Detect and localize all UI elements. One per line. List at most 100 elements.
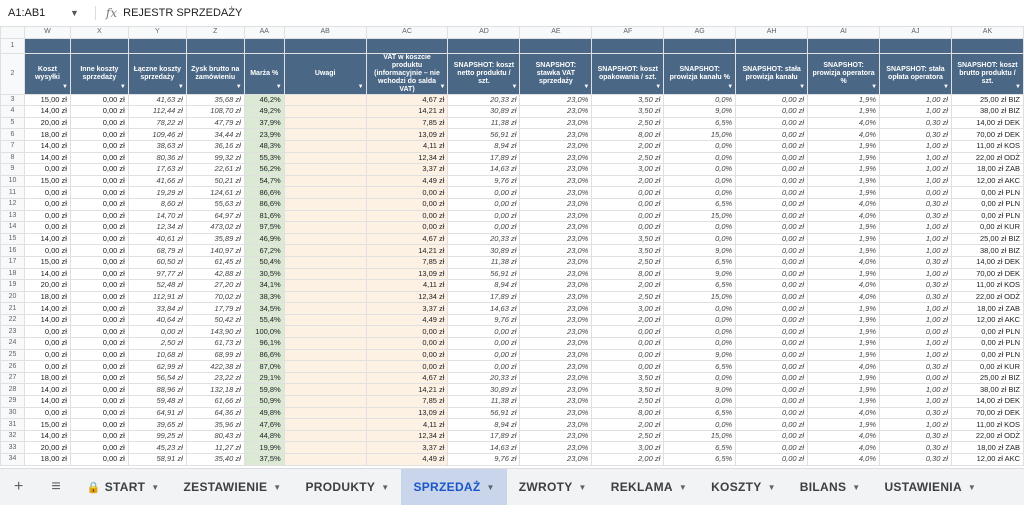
cell[interactable]: 0,00 zł [69,360,129,373]
row-number[interactable]: 32 [0,429,25,443]
chevron-down-icon[interactable]: ▼ [487,483,495,492]
cell[interactable]: 0,00 zł [447,209,521,223]
cell[interactable]: 4,0% [807,209,881,223]
column-header-ah[interactable]: AH [735,26,809,39]
cell[interactable]: 3,50 zł [591,371,665,385]
cell[interactable]: 1,00 zł [879,174,952,188]
cell[interactable]: 41,66 zł [127,174,187,188]
cell[interactable]: 81,6% [243,209,285,223]
cell[interactable]: 54,7% [243,174,285,188]
cell[interactable]: 0,00 zł [23,337,71,350]
cell[interactable]: 0,00 zł [69,139,129,153]
cell[interactable]: 11,38 zł [447,395,521,408]
cell[interactable]: 35,96 zł [185,418,245,431]
header-cell[interactable]: Łączne koszty sprzedaży ▼ [127,52,187,95]
cell[interactable]: 0,00 zł [69,429,129,443]
cell[interactable]: 0,00 zł [365,360,449,373]
cell[interactable]: 23,0% [519,337,593,350]
cell[interactable]: 0,0% [663,163,737,176]
cell[interactable] [283,163,367,176]
cell[interactable]: 0,00 zł [69,186,129,199]
cell[interactable]: 1,00 zł [879,244,952,257]
title-cell[interactable] [23,37,71,54]
cell[interactable]: 20,33 zł [447,93,521,107]
cell[interactable]: 0,30 zł [879,360,952,373]
filter-icon[interactable]: ▼ [583,83,589,91]
filter-icon[interactable]: ▼ [799,83,805,91]
cell[interactable]: 0,00 zł [23,406,71,420]
cell[interactable]: 0,00 zł [365,221,449,234]
cell[interactable]: 0,00 zł [447,197,521,211]
cell[interactable]: 23,0% [519,371,593,385]
cell[interactable]: 15,0% [663,429,737,443]
cell[interactable]: 14,00 zł [23,151,71,165]
cell[interactable]: 0,00 zł [735,209,809,223]
filter-icon[interactable]: ▼ [871,83,877,91]
cell[interactable]: 0,0% [663,313,737,327]
row-number[interactable]: 27 [0,371,25,385]
row-number[interactable]: 4 [0,105,25,118]
cell[interactable]: 14,63 zł [447,302,521,315]
cell[interactable]: 0,00 zł [735,267,809,281]
column-header-x[interactable]: X [69,26,129,39]
cell[interactable]: 8,60 zł [127,197,187,211]
cell[interactable]: 17,89 zł [447,429,521,443]
cell[interactable]: 0,00 zł [69,128,129,141]
cell[interactable]: 23,0% [519,93,593,107]
cell[interactable]: 0,00 zł PLN [950,209,1024,223]
cell[interactable]: 14,63 zł [447,163,521,176]
cell[interactable]: 1,9% [807,244,881,257]
cell[interactable]: 23,0% [519,313,593,327]
cell[interactable]: 2,00 zł [591,418,665,431]
cell[interactable]: 38,3% [243,290,285,304]
header-cell[interactable]: SNAPSHOT: stawka VAT sprzedaży ▼ [519,52,593,95]
cell[interactable]: 0,00 zł [735,163,809,176]
cell[interactable]: 49,2% [243,105,285,118]
row-number[interactable]: 11 [0,186,25,199]
cell[interactable]: 1,9% [807,186,881,199]
cell[interactable]: 15,00 zł [23,93,71,107]
cell[interactable]: 56,2% [243,163,285,176]
cell[interactable]: 62,99 zł [127,360,187,373]
cell[interactable]: 0,00 zł [69,279,129,292]
filter-icon[interactable]: ▼ [727,83,733,91]
cell[interactable]: 87,0% [243,360,285,373]
cell[interactable]: 2,50 zł [591,255,665,269]
cell[interactable]: 50,21 zł [185,174,245,188]
cell[interactable]: 8,94 zł [447,418,521,431]
cell[interactable]: 14,00 zł [23,395,71,408]
cell[interactable]: 67,2% [243,244,285,257]
cell[interactable]: 23,0% [519,105,593,118]
cell[interactable] [283,337,367,350]
cell[interactable]: 0,00 zł [735,406,809,420]
cell[interactable]: 4,49 zł [365,174,449,188]
chevron-down-icon[interactable]: ▼ [381,483,389,492]
cell[interactable] [283,209,367,223]
cell[interactable] [283,325,367,339]
cell[interactable]: 20,33 zł [447,232,521,246]
cell[interactable]: 11,38 zł [447,255,521,269]
row-number[interactable]: 10 [0,174,25,188]
cell[interactable]: 0,00 zł [69,395,129,408]
cell[interactable]: 3,00 zł [591,163,665,176]
row-number[interactable]: 22 [0,313,25,327]
cell[interactable]: 11,00 zł KOS [950,279,1024,292]
cell[interactable]: 1,9% [807,395,881,408]
cell[interactable]: 12,00 zł AKC [950,313,1024,327]
cell[interactable]: 0,0% [663,337,737,350]
cell[interactable]: 97,5% [243,221,285,234]
filter-icon[interactable]: ▼ [62,83,68,91]
cell[interactable]: 0,00 zł [365,348,449,362]
cell[interactable]: 9,76 zł [447,453,521,466]
header-cell[interactable]: Marża % ▼ [243,52,285,95]
cell[interactable]: 0,00 zł [447,221,521,234]
cell[interactable]: 56,54 zł [127,371,187,385]
tab-ustawienia[interactable]: USTAWIENIA ▼ [872,469,988,505]
cell[interactable]: 0,00 zł [69,232,129,246]
cell[interactable]: 0,00 zł [23,221,71,234]
cell[interactable]: 0,00 zł [69,209,129,223]
cell[interactable]: 14,00 zł [23,302,71,315]
cell[interactable]: 9,0% [663,383,737,397]
cell[interactable]: 15,00 zł [23,255,71,269]
cell[interactable]: 2,00 zł [591,313,665,327]
